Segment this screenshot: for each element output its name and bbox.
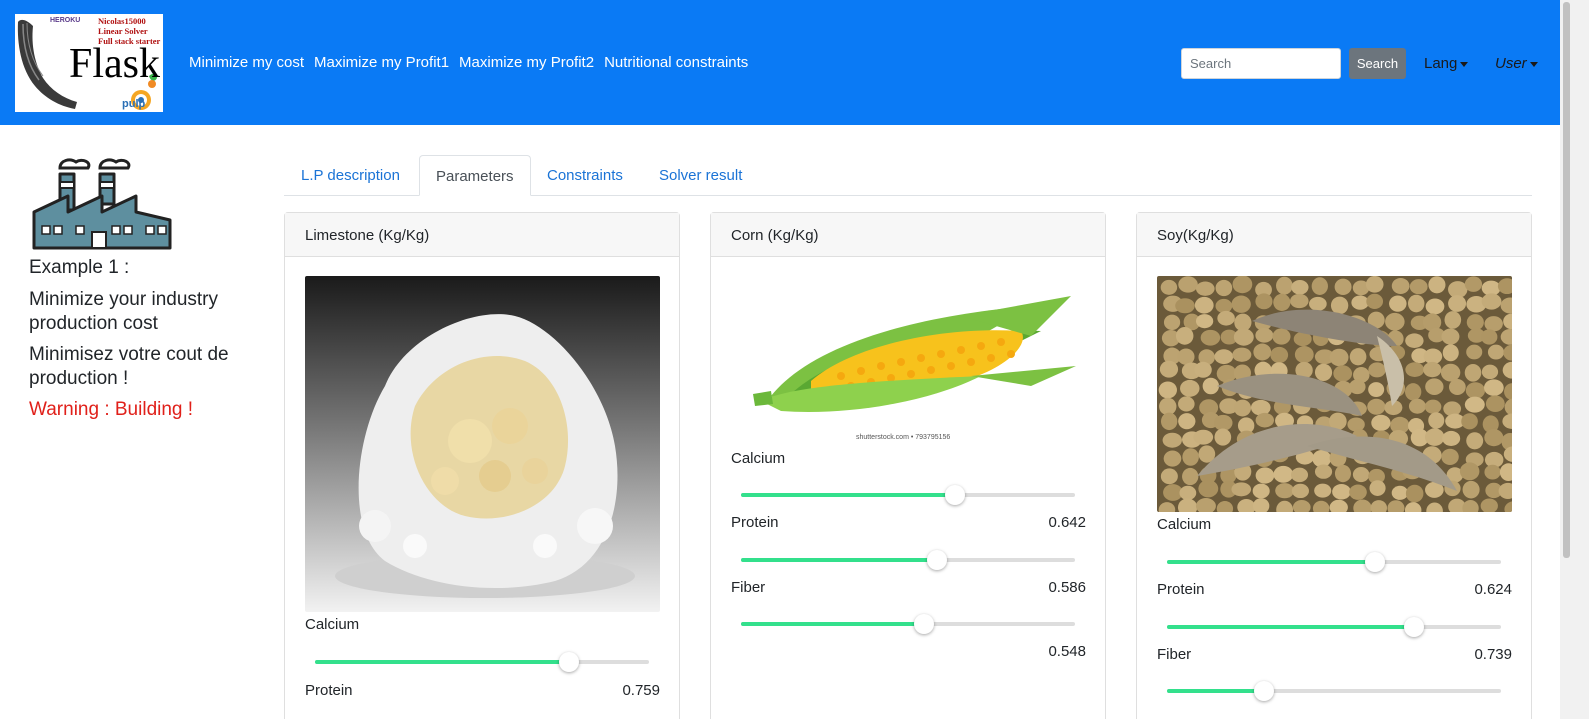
tab-parameters[interactable]: Parameters bbox=[419, 155, 531, 196]
feature-label-protein: Protein bbox=[731, 514, 779, 531]
slider-thumb[interactable] bbox=[1403, 617, 1424, 637]
slider-protein[interactable] bbox=[1167, 617, 1501, 637]
card-title: Soy(Kg/Kg) bbox=[1137, 213, 1531, 257]
navbar: HEROKU Nicolas15000 Linear Solver Full s… bbox=[0, 0, 1560, 125]
search-button[interactable]: Search bbox=[1349, 48, 1406, 79]
slider-thumb[interactable] bbox=[945, 485, 966, 505]
feature-value-calcium: 0.759 bbox=[622, 682, 660, 699]
slider-fiber[interactable] bbox=[741, 614, 1075, 634]
caret-down-icon bbox=[1460, 61, 1469, 67]
lang-dropdown[interactable]: Lang bbox=[1424, 55, 1469, 72]
logo-caption-line: Nicolas15000 bbox=[98, 16, 146, 26]
nav-link-maximize-profit1[interactable]: Maximize my Profit1 bbox=[314, 54, 449, 71]
nav-link-nutritional-constraints[interactable]: Nutritional constraints bbox=[604, 54, 748, 71]
logo-caption-line: Linear Solver bbox=[98, 26, 148, 36]
flask-logo-text: Flask bbox=[69, 41, 161, 87]
example-description-en: Minimize your industry production cost bbox=[29, 289, 218, 334]
slider-fill bbox=[1167, 689, 1264, 693]
feature-label-protein: Protein bbox=[305, 682, 353, 699]
slider-fill bbox=[1167, 560, 1376, 564]
card-title: Corn (Kg/Kg) bbox=[711, 213, 1105, 257]
flask-pulp-logo[interactable]: HEROKU Nicolas15000 Linear Solver Full s… bbox=[15, 14, 163, 112]
user-dropdown[interactable]: User bbox=[1495, 55, 1538, 72]
slider-fiber[interactable] bbox=[1167, 681, 1501, 701]
feature-value-calcium: 0.624 bbox=[1474, 581, 1512, 598]
slider-fill bbox=[315, 660, 569, 664]
example-description-fr: Minimisez votre cout de production ! bbox=[29, 344, 229, 389]
slider-thumb[interactable] bbox=[1253, 681, 1274, 701]
card-limestone: Limestone (Kg/Kg) Calcium Protein 0.759 bbox=[284, 212, 680, 719]
tab-lp-description[interactable]: L.P description bbox=[285, 155, 416, 196]
feature-label-calcium: Calcium bbox=[1157, 516, 1212, 533]
slider-calcium[interactable] bbox=[1167, 552, 1501, 572]
soy-image bbox=[1157, 276, 1512, 512]
caret-down-icon bbox=[1529, 61, 1538, 67]
feature-value-protein: 0.739 bbox=[1474, 646, 1512, 663]
user-dropdown-label: User bbox=[1495, 55, 1527, 72]
pulp-logo-text: pulp bbox=[122, 98, 146, 110]
heroku-logo-text: HEROKU bbox=[50, 17, 81, 24]
tab-constraints[interactable]: Constraints bbox=[531, 155, 639, 196]
feature-value-fiber: 0.548 bbox=[1048, 643, 1086, 660]
main-nav: Minimize my cost Maximize my Profit1 Max… bbox=[189, 54, 748, 71]
tab-bar: L.P description Parameters Constraints S… bbox=[284, 155, 1532, 196]
feature-value-calcium: 0.642 bbox=[1048, 514, 1086, 531]
feature-label-calcium: Calcium bbox=[731, 450, 786, 467]
slider-calcium[interactable] bbox=[315, 652, 649, 672]
slider-fill bbox=[741, 622, 925, 626]
feature-label-fiber: Fiber bbox=[1157, 646, 1192, 663]
tab-solver-result[interactable]: Solver result bbox=[643, 155, 758, 196]
feature-label-protein: Protein bbox=[1157, 581, 1205, 598]
warning-message: Warning : Building ! bbox=[29, 399, 194, 420]
card-corn: Corn (Kg/Kg) shutterstock.com • 79379515… bbox=[710, 212, 1106, 719]
corn-image: shutterstock.com • 793795156 bbox=[731, 276, 1086, 446]
factory-icon bbox=[32, 158, 172, 250]
slider-thumb[interactable] bbox=[558, 652, 579, 672]
slider-thumb[interactable] bbox=[926, 550, 947, 570]
slider-thumb[interactable] bbox=[914, 614, 935, 634]
lang-dropdown-label: Lang bbox=[1424, 55, 1458, 72]
slider-calcium[interactable] bbox=[741, 485, 1075, 505]
slider-fill bbox=[741, 493, 956, 497]
limestone-image bbox=[305, 276, 660, 612]
slider-protein[interactable] bbox=[741, 550, 1075, 570]
feature-label-fiber: Fiber bbox=[731, 579, 766, 596]
example-title: Example 1 : bbox=[29, 257, 130, 278]
search-input[interactable] bbox=[1181, 48, 1341, 79]
slider-fill bbox=[741, 558, 937, 562]
card-title: Limestone (Kg/Kg) bbox=[285, 213, 679, 257]
slider-fill bbox=[1167, 625, 1414, 629]
nav-link-maximize-profit2[interactable]: Maximize my Profit2 bbox=[459, 54, 594, 71]
feature-value-protein: 0.586 bbox=[1048, 579, 1086, 596]
nav-link-minimize-cost[interactable]: Minimize my cost bbox=[189, 54, 304, 71]
scrollbar-thumb[interactable] bbox=[1563, 2, 1570, 558]
image-watermark: shutterstock.com • 793795156 bbox=[856, 434, 951, 441]
feature-label-calcium: Calcium bbox=[305, 616, 360, 633]
slider-thumb[interactable] bbox=[1365, 552, 1386, 572]
card-soy: Soy(Kg/Kg) Calcium Protein 0.624 Fiber 0… bbox=[1136, 212, 1532, 719]
